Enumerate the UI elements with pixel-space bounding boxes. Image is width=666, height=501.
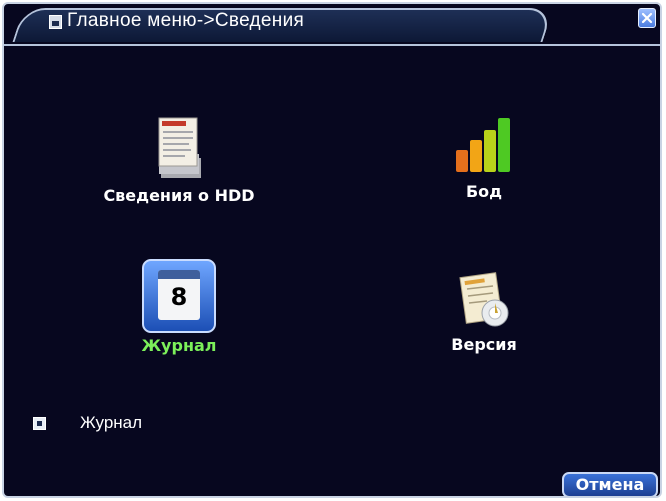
menu-label-version: Версия (451, 335, 517, 354)
info-window: Главное меню->Сведения Сведения о HDD Бо… (2, 2, 662, 498)
close-icon (641, 12, 653, 24)
menu-label-hdd-info: Сведения о HDD (103, 186, 255, 205)
title-bar: Главное меню->Сведения (4, 4, 660, 48)
menu-item-baud[interactable]: Бод (429, 114, 539, 201)
window-icon (49, 15, 62, 29)
window-title: Главное меню->Сведения (67, 10, 305, 31)
menu-item-hdd-info[interactable]: Сведения о HDD (94, 114, 264, 205)
close-button[interactable] (638, 8, 656, 28)
hdd-info-document-icon (158, 117, 201, 178)
menu-item-journal[interactable]: 8 Журнал (124, 259, 234, 355)
menu-label-baud: Бод (465, 182, 503, 201)
calendar-icon: 8 (158, 270, 200, 320)
version-document-icon (459, 272, 509, 327)
menu-item-version[interactable]: Версия (429, 269, 539, 354)
selected-highlight: 8 (142, 259, 216, 333)
status-square-icon (33, 417, 46, 430)
calendar-day: 8 (170, 283, 188, 311)
title-divider (4, 44, 660, 46)
bar-chart-icon (456, 118, 510, 172)
menu-label-journal: Журнал (141, 336, 217, 355)
cancel-button[interactable]: Отмена (562, 472, 658, 496)
status-text: Журнал (80, 413, 143, 432)
